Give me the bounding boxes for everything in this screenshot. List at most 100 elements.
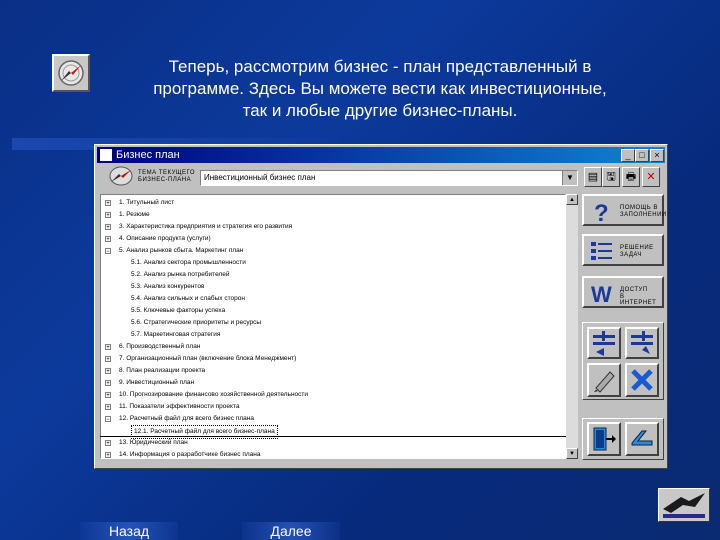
insert-item-button[interactable]: [625, 327, 659, 359]
window-app-icon: [100, 149, 112, 161]
tree-row[interactable]: +7. Организационный план (включение блок…: [101, 353, 561, 365]
tree-row[interactable]: +10. Прогнозирование финансово хозяйстве…: [101, 389, 561, 401]
delete-button[interactable]: ✕: [642, 167, 660, 187]
scroll-up-button[interactable]: ▲: [566, 194, 578, 205]
tree-row[interactable]: − 5. Анализ рынков сбыта. Маркетинг план: [101, 245, 561, 257]
internet-label: В ИНТЕРНЕТ: [620, 294, 657, 306]
plan-type-value: Инвестиционный бизнес план: [204, 173, 316, 182]
expand-icon[interactable]: +: [105, 200, 111, 207]
tree-row[interactable]: 5.1. Анализ сектора промышленности: [101, 257, 561, 269]
plan-type-select[interactable]: Инвестиционный бизнес план ▼: [200, 170, 578, 186]
question-icon: ?: [594, 200, 609, 224]
compass-icon: [109, 166, 133, 186]
tree-row[interactable]: − 12. Расчетный файл для всего бизнес пла…: [101, 413, 561, 425]
tree-row[interactable]: +1. Титульный лист: [101, 197, 561, 209]
maximize-button[interactable]: □: [635, 149, 649, 162]
tree-row-label: 5.4. Анализ сильных и слабых сторон: [131, 295, 245, 302]
expand-icon[interactable]: +: [105, 212, 111, 219]
tree-row-label: 5.2. Анализ рынка потребителей: [131, 271, 230, 278]
expand-icon[interactable]: +: [105, 224, 111, 231]
tree-row[interactable]: 5.3. Анализ конкурентов: [101, 281, 561, 293]
compass-logo-icon: [52, 54, 90, 92]
insert-row-icon: [631, 331, 653, 354]
slide-title-line: Теперь, рассмотрим бизнес - план предста…: [168, 57, 592, 76]
help-label: ЗАПОЛНЕНИИ: [620, 212, 667, 218]
save-button[interactable]: 🖫: [602, 167, 620, 187]
tasks-label: ЗАДАЧ: [620, 252, 642, 258]
expand-icon[interactable]: +: [105, 440, 111, 447]
tree-row-label: 5.7. Маркетинговая стратегия: [131, 331, 221, 338]
back-button[interactable]: Назад: [80, 522, 178, 540]
edit-item-button[interactable]: [587, 363, 621, 397]
close-button[interactable]: ×: [650, 149, 664, 162]
next-button[interactable]: Далее: [242, 522, 340, 540]
tree-row-label: 5.6. Стратегические приоритеты и ресурсы: [131, 319, 262, 326]
tree-row-label: 11. Показатели эффективности проекта: [119, 403, 240, 410]
door-exit-icon: [593, 427, 616, 451]
web-icon: W: [591, 282, 612, 306]
expand-icon[interactable]: +: [105, 356, 111, 363]
document-button[interactable]: ▤: [584, 167, 602, 187]
expand-icon[interactable]: +: [105, 404, 111, 411]
expand-icon[interactable]: +: [105, 380, 111, 387]
tree-row[interactable]: +4. Описание продукта (услуги): [101, 233, 561, 245]
tree-row[interactable]: +1. Резюме: [101, 209, 561, 221]
tree-row[interactable]: +9. Инвестиционный план: [101, 377, 561, 389]
chevron-down-icon[interactable]: ▼: [562, 171, 577, 185]
add-item-button[interactable]: [587, 327, 621, 359]
exit-button[interactable]: [587, 422, 621, 456]
topic-label-line: ТЕМА ТЕКУЩЕГО: [138, 170, 196, 176]
delete-item-button[interactable]: [625, 363, 659, 397]
navigation-panel: [582, 418, 664, 460]
tree-row[interactable]: +13. Юридический план: [101, 437, 561, 449]
tree-row-label: 7. Организационный план (включение блока…: [119, 355, 297, 362]
enter-button[interactable]: [625, 422, 659, 456]
tree-row-label: 13. Юридический план: [119, 439, 188, 446]
tree-row-label: 12. Расчетный файл для всего бизнес план…: [119, 415, 254, 422]
slide-title-line: программе. Здесь Вы можете вести как инв…: [153, 79, 607, 98]
expand-icon[interactable]: +: [105, 392, 111, 399]
window-titlebar[interactable]: Бизнес план _ □ ×: [97, 147, 665, 163]
tree-row[interactable]: 5.4. Анализ сильных и слабых сторон: [101, 293, 561, 305]
tree-row-label: 14. Информация о разработчике бизнес пла…: [119, 451, 261, 458]
slide-title: Теперь, рассмотрим бизнес - план предста…: [100, 56, 660, 122]
tree-divider: [100, 436, 566, 437]
tree-row-label: 1. Титульный лист: [119, 199, 175, 206]
expand-icon[interactable]: +: [105, 368, 111, 375]
window-title: Бизнес план: [116, 149, 180, 161]
tree-row[interactable]: +11. Показатели эффективности проекта: [101, 401, 561, 413]
topic-label-line: БИЗНЕС-ПЛАНА: [138, 177, 192, 183]
cross-icon: [631, 369, 653, 391]
return-arrow-icon: [631, 430, 653, 446]
tree-row[interactable]: +8. План реализации проекта: [101, 365, 561, 377]
expand-icon[interactable]: +: [105, 452, 111, 458]
tree-row-label: 5.5. Ключевые факторы успеха: [131, 307, 226, 314]
tree-row[interactable]: +14. Информация о разработчике бизнес пл…: [101, 449, 561, 458]
expand-icon[interactable]: +: [105, 344, 111, 351]
pencil-icon: [594, 371, 615, 393]
plan-topic-label: ТЕМА ТЕКУЩЕГО БИЗНЕС-ПЛАНА: [104, 165, 196, 187]
tree-row-label: 1. Резюме: [119, 211, 150, 218]
expand-icon[interactable]: +: [105, 236, 111, 243]
plan-sections-tree[interactable]: +1. Титульный лист +1. Резюме +3. Характер…: [100, 194, 566, 459]
tree-row-label: 5.1. Анализ сектора промышленности: [131, 259, 246, 266]
print-button[interactable]: 🖶: [622, 167, 640, 187]
tree-row[interactable]: 5.7. Маркетинговая стратегия: [101, 329, 561, 341]
collapse-icon[interactable]: −: [105, 416, 111, 423]
tree-row[interactable]: 5.2. Анализ рынка потребителей: [101, 269, 561, 281]
help-button[interactable]: ? ПОМОЩЬ В ЗАПОЛНЕНИИ: [582, 194, 667, 226]
tree-row[interactable]: +6. Производственный план: [101, 341, 561, 353]
tree-row-label: 6. Производственный план: [119, 343, 201, 350]
scroll-down-button[interactable]: ▼: [566, 448, 578, 459]
list-icon: [591, 242, 612, 260]
collapse-icon[interactable]: −: [105, 248, 111, 255]
tree-row[interactable]: 5.5. Ключевые факторы успеха: [101, 305, 561, 317]
solve-tasks-button[interactable]: РЕШЕНИЕ ЗАДАЧ: [582, 234, 664, 266]
svg-text:?: ?: [594, 200, 609, 224]
tree-row-label: 8. План реализации проекта: [119, 367, 206, 374]
tree-scrollbar[interactable]: ▲ ▼: [566, 194, 578, 459]
minimize-button[interactable]: _: [621, 149, 635, 162]
tree-row[interactable]: +3. Характеристика предприятия и стратег…: [101, 221, 561, 233]
internet-access-button[interactable]: W ДОСТУП В ИНТЕРНЕТ: [582, 276, 664, 308]
tree-row[interactable]: 5.6. Стратегические приоритеты и ресурсы: [101, 317, 561, 329]
